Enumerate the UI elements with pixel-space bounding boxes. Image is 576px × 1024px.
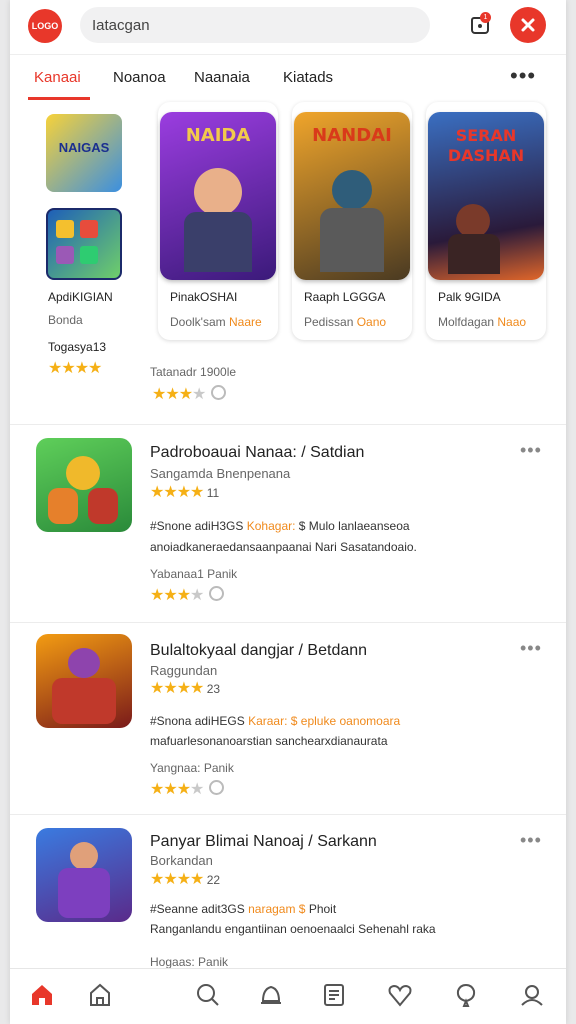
list-item-2-sub: Raggundan	[150, 663, 218, 678]
list-item-3-desc: #Seanne adit3GS naragam $ Phoit	[150, 902, 337, 916]
card-3-cover-title: SERAN DASHAN	[447, 126, 525, 165]
list-item-1-rating: ★★★★ 11	[150, 484, 220, 501]
list-item-2-stars: ★★★★	[150, 779, 225, 799]
featured-card-3-sub: Molfdagan Naao	[438, 315, 527, 329]
card-1-cover-title: NAIDA	[185, 125, 251, 146]
clock-icon	[211, 385, 227, 401]
side-card-name: ApdiKIGIAN	[48, 290, 113, 304]
side-thumbnail-top[interactable]: NAIGAS	[46, 114, 122, 192]
avatar[interactable]	[510, 7, 546, 43]
active-tab-indicator	[28, 97, 90, 100]
list-item-3-sub: Borkandan	[150, 853, 213, 868]
list-item-1-sub: Sangamda Bnenpenana	[150, 466, 291, 481]
app-logo[interactable]: LOGO	[28, 9, 62, 43]
list-item-2-rating: ★★★★ 23	[150, 680, 221, 697]
featured-card-1[interactable]: NAIDA	[158, 102, 278, 340]
featured-card-3-name: Palk 9GIDA	[438, 290, 501, 304]
list-item-2-desc: #Snona adiHEGS Karaar: $ epluke oanomoar…	[150, 714, 401, 728]
side-thumbnail-bottom[interactable]	[46, 208, 122, 280]
list-item-3-desc2: Ranganlandu engantiinan oenoenaalci Sehe…	[150, 922, 436, 936]
side-card-stars: ★★★★	[48, 360, 102, 377]
list-item-1-meta: Yabanaa1 Panik	[150, 567, 238, 581]
balloon-icon[interactable]	[452, 981, 480, 1009]
list-item-1-stars: ★★★★	[150, 585, 225, 605]
list-item-1-title[interactable]: Padroboauai Nanaa: / Satdian	[150, 444, 364, 462]
list-item-2-icon[interactable]	[36, 634, 132, 728]
bell-icon[interactable]	[257, 981, 285, 1009]
list-item-2-desc2: mafuarlesonanoarstian sanchearxdianaurat…	[150, 734, 388, 748]
list-item-1-desc: #Snone adiH3GS Kohagar: $ Mulo lanlaeans…	[150, 519, 410, 533]
list-item-2-more-icon[interactable]: •••	[520, 638, 542, 659]
featured-card-2[interactable]: NANDAI	[292, 102, 412, 340]
featured-card-1-sub: Doolk'sam Naare	[170, 315, 262, 329]
tab-kiatads[interactable]: Kiatads	[283, 69, 333, 86]
featured-rating-stars: ★★★★	[152, 384, 227, 404]
featured-card-2-name: Raaph LGGGA	[304, 290, 386, 304]
bottom-nav	[10, 968, 566, 1024]
user-icon[interactable]	[518, 981, 546, 1009]
heart-icon[interactable]	[386, 981, 414, 1009]
list-item-3-title[interactable]: Panyar Blimai Nanoaj / Sarkann	[150, 833, 377, 851]
news-icon[interactable]	[320, 981, 348, 1009]
top-bar: LOGO Iatacgan 1	[10, 0, 566, 54]
list-item-3-rating: ★★★★ 22	[150, 871, 221, 888]
home-icon[interactable]	[28, 981, 56, 1009]
list-item-1-more-icon[interactable]: •••	[520, 440, 542, 461]
side-thumbnail-title: NAIGAS	[58, 140, 110, 155]
section-divider	[10, 622, 566, 623]
list-item-3-icon[interactable]	[36, 828, 132, 922]
featured-card-3[interactable]: SERAN DASHAN	[426, 102, 546, 340]
list-item-2-meta: Yangnaa: Panik	[150, 761, 234, 775]
tab-bar: Kanaai Noanoa Naanaia Kiatads •••	[10, 54, 566, 101]
section-divider	[10, 424, 566, 425]
notification-badge: 1	[480, 12, 491, 23]
tab-noanoa[interactable]: Noanoa	[113, 69, 166, 86]
tab-kanaai[interactable]: Kanaai	[34, 69, 81, 86]
card-2-cover-title: NANDAI	[312, 125, 392, 146]
store-icon[interactable]	[86, 981, 114, 1009]
side-card-sub: Bonda	[48, 313, 83, 327]
list-item-2-title[interactable]: Bulaltokyaal dangjar / Betdann	[150, 642, 367, 660]
featured-card-2-sub: Pedissan Oano	[304, 315, 387, 329]
tab-naanaia[interactable]: Naanaia	[194, 69, 250, 86]
search-input[interactable]: Iatacgan	[80, 7, 430, 43]
list-item-3-meta: Hogaas: Panik	[150, 955, 229, 969]
list-item-3-more-icon[interactable]: •••	[520, 830, 542, 851]
search-icon[interactable]	[194, 981, 222, 1009]
section-divider	[10, 814, 566, 815]
profile-icon	[521, 18, 535, 32]
featured-rating-label: Tatanadr 1900le	[150, 365, 237, 379]
clock-icon	[209, 586, 225, 602]
clock-icon	[209, 780, 225, 796]
list-item-1-desc2: anoiadkaneraedansaanpaanai Nari Sasatand…	[150, 540, 417, 554]
phone-screen: LOGO Iatacgan 1 Kanaai Noanoa Naanaia Ki…	[10, 0, 566, 1024]
list-item-1-icon[interactable]	[36, 438, 132, 532]
featured-card-1-name: PinakOSHAI	[170, 290, 238, 304]
side-card-extra: Togasya13	[48, 340, 107, 354]
more-tabs-icon[interactable]: •••	[510, 63, 536, 89]
